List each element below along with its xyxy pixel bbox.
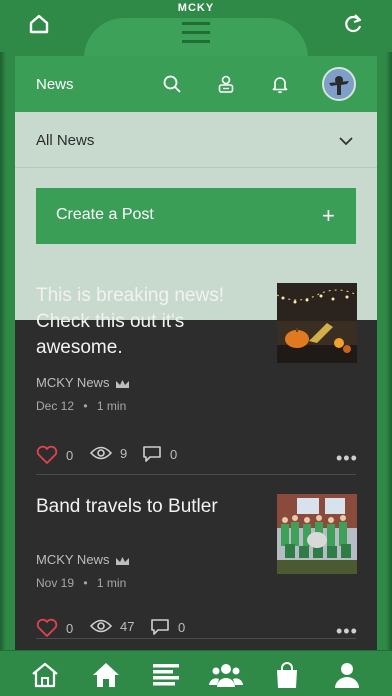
post-actions: 0 9 0 ••• (36, 445, 358, 469)
chevron-down-icon (337, 132, 355, 150)
app-title: MCKY (177, 2, 215, 14)
person-icon[interactable] (332, 661, 362, 689)
comment-icon (143, 446, 161, 462)
post-title[interactable]: This is breaking news! Check this out it… (36, 283, 256, 361)
heart-icon (36, 445, 58, 464)
view-count: 9 (120, 445, 128, 461)
post-thumbnail[interactable] (277, 494, 357, 574)
group-icon[interactable] (209, 661, 243, 689)
heart-icon (36, 618, 58, 637)
comment-count: 0 (170, 446, 178, 462)
author-name: MCKY News (36, 552, 110, 567)
post-meta: Nov 19 • 1 min (36, 576, 126, 590)
post-meta: Dec 12 • 1 min (36, 399, 126, 413)
home-outline-icon[interactable] (30, 661, 60, 689)
more-options-button[interactable]: ••• (336, 448, 358, 469)
menu-icon[interactable] (182, 22, 210, 46)
views-stat: 9 (90, 445, 127, 461)
comment-button[interactable]: 0 (150, 618, 185, 636)
contacts-icon[interactable] (216, 74, 236, 94)
eye-icon (90, 446, 112, 460)
home-outline-icon[interactable] (28, 13, 50, 35)
view-count: 47 (120, 618, 135, 634)
home-filled-icon[interactable] (91, 661, 121, 689)
bottom-nav (0, 650, 392, 696)
meta-separator: • (83, 576, 88, 590)
comment-count: 0 (178, 619, 186, 635)
author-name: MCKY News (36, 375, 110, 390)
category-selected: All News (36, 132, 95, 149)
main-content: News All News Create a Post + This is br… (15, 56, 377, 650)
post-author[interactable]: MCKY News (36, 552, 130, 567)
like-count: 0 (66, 620, 74, 636)
read-time: 1 min (96, 399, 127, 413)
comment-button[interactable]: 0 (142, 445, 177, 463)
comment-icon (151, 619, 169, 635)
top-bar: MCKY (0, 0, 392, 58)
like-button[interactable]: 0 (36, 445, 73, 465)
crown-icon (116, 556, 130, 565)
views-stat: 47 (90, 618, 134, 634)
read-time: 1 min (96, 576, 127, 590)
post-title[interactable]: Band travels to Butler (36, 494, 256, 520)
avatar[interactable] (322, 67, 356, 101)
post-author[interactable]: MCKY News (36, 375, 130, 390)
news-header: News (15, 56, 377, 112)
page-title: News (36, 76, 74, 93)
search-icon[interactable] (162, 74, 182, 94)
eye-icon (90, 619, 112, 633)
post-divider (36, 474, 356, 475)
shopping-bag-icon[interactable] (272, 661, 302, 689)
post-thumbnail[interactable] (277, 283, 357, 363)
plus-icon: + (322, 203, 335, 228)
post-divider (36, 638, 356, 639)
bell-icon[interactable] (270, 74, 290, 94)
create-post-button[interactable]: Create a Post + (36, 188, 356, 244)
list-icon[interactable] (151, 661, 181, 689)
refresh-icon[interactable] (342, 13, 364, 35)
category-dropdown[interactable]: All News (15, 112, 377, 168)
post-date: Dec 12 (36, 399, 75, 413)
crown-icon (116, 379, 130, 388)
create-post-label: Create a Post (56, 206, 154, 223)
meta-separator: • (83, 399, 88, 413)
like-count: 0 (66, 447, 74, 463)
like-button[interactable]: 0 (36, 618, 73, 638)
post-date: Nov 19 (36, 576, 75, 590)
